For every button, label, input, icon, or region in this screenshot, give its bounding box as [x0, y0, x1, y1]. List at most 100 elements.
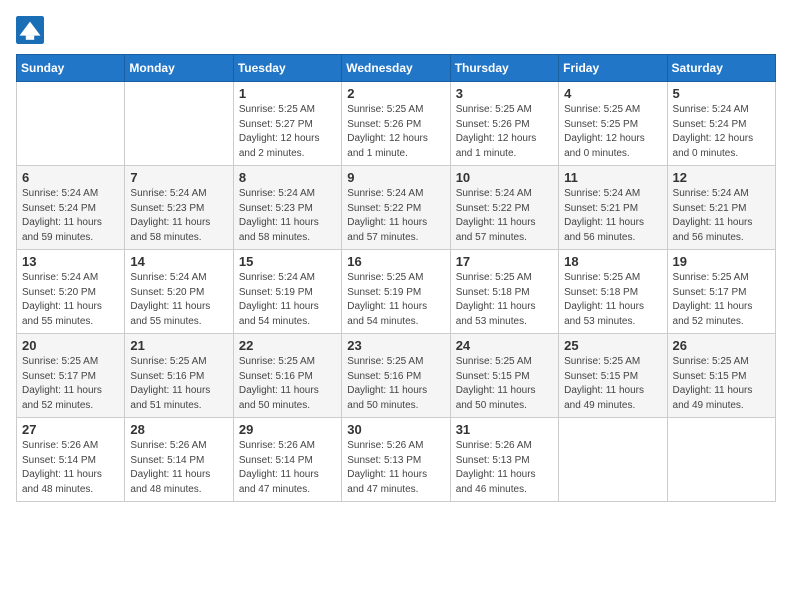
- calendar-day-cell: 24 Sunrise: 5:25 AM Sunset: 5:15 PM Dayli…: [450, 334, 558, 418]
- calendar-week-row: 6Sunrise: 5:24 AM Sunset: 5:24 PM Daylig…: [17, 166, 776, 250]
- weekday-header: Thursday: [450, 55, 558, 82]
- day-number: 5: [673, 86, 770, 101]
- day-info: Sunrise: 5:25 AM Sunset: 5:17 PM Dayligh…: [673, 271, 770, 329]
- weekday-header: Wednesday: [342, 55, 450, 82]
- day-number: 4: [564, 86, 661, 101]
- day-number: 17: [456, 254, 553, 269]
- day-info: Sunrise: 5:24 AM Sunset: 5:24 PM Dayligh…: [673, 103, 770, 161]
- day-number: 21: [130, 338, 227, 353]
- calendar-day-cell: 19 Sunrise: 5:25 AM Sunset: 5:17 PM Dayli…: [667, 250, 775, 334]
- day-number: 1: [239, 86, 336, 101]
- day-info: Sunrise: 5:24 AM Sunset: 5:22 PM Dayligh…: [456, 187, 553, 245]
- weekday-header: Tuesday: [233, 55, 341, 82]
- calendar-day-cell: 17Sunrise: 5:25 AM Sunset: 5:18 PM Dayli…: [450, 250, 558, 334]
- weekday-header: Monday: [125, 55, 233, 82]
- day-info: Sunrise: 5:25 AM Sunset: 5:16 PM Dayligh…: [130, 355, 227, 413]
- day-number: 12: [673, 170, 770, 185]
- calendar-day-cell: 12 Sunrise: 5:24 AM Sunset: 5:21 PM Dayli…: [667, 166, 775, 250]
- day-number: 13: [22, 254, 119, 269]
- logo-icon: [16, 16, 44, 44]
- day-info: Sunrise: 5:25 AM Sunset: 5:16 PM Dayligh…: [347, 355, 444, 413]
- day-number: 9: [347, 170, 444, 185]
- calendar-day-cell: 28 Sunrise: 5:26 AM Sunset: 5:14 PM Dayli…: [125, 418, 233, 502]
- day-number: 14: [130, 254, 227, 269]
- day-number: 6: [22, 170, 119, 185]
- calendar-day-cell: 31Sunrise: 5:26 AM Sunset: 5:13 PM Dayli…: [450, 418, 558, 502]
- calendar-header: SundayMondayTuesdayWednesdayThursdayFrid…: [17, 55, 776, 82]
- day-info: Sunrise: 5:26 AM Sunset: 5:14 PM Dayligh…: [239, 439, 336, 497]
- day-info: Sunrise: 5:25 AM Sunset: 5:27 PM Dayligh…: [239, 103, 336, 161]
- calendar-day-cell: 18 Sunrise: 5:25 AM Sunset: 5:18 PM Dayli…: [559, 250, 667, 334]
- weekday-header: Sunday: [17, 55, 125, 82]
- calendar-day-cell: [125, 82, 233, 166]
- calendar-day-cell: 8 Sunrise: 5:24 AM Sunset: 5:23 PM Daylig…: [233, 166, 341, 250]
- calendar-day-cell: 7 Sunrise: 5:24 AM Sunset: 5:23 PM Daylig…: [125, 166, 233, 250]
- day-info: Sunrise: 5:26 AM Sunset: 5:14 PM Dayligh…: [130, 439, 227, 497]
- calendar-day-cell: 29 Sunrise: 5:26 AM Sunset: 5:14 PM Dayli…: [233, 418, 341, 502]
- day-info: Sunrise: 5:26 AM Sunset: 5:14 PM Dayligh…: [22, 439, 119, 497]
- day-number: 10: [456, 170, 553, 185]
- calendar-body: 1 Sunrise: 5:25 AM Sunset: 5:27 PM Daylig…: [17, 82, 776, 502]
- calendar-day-cell: 13 Sunrise: 5:24 AM Sunset: 5:20 PM Dayli…: [17, 250, 125, 334]
- calendar-day-cell: 15Sunrise: 5:24 AM Sunset: 5:19 PM Dayli…: [233, 250, 341, 334]
- day-info: Sunrise: 5:24 AM Sunset: 5:21 PM Dayligh…: [673, 187, 770, 245]
- day-number: 23: [347, 338, 444, 353]
- calendar-day-cell: 21 Sunrise: 5:25 AM Sunset: 5:16 PM Dayli…: [125, 334, 233, 418]
- day-number: 31: [456, 422, 553, 437]
- day-number: 18: [564, 254, 661, 269]
- calendar-day-cell: 30 Sunrise: 5:26 AM Sunset: 5:13 PM Dayli…: [342, 418, 450, 502]
- calendar-day-cell: 22Sunrise: 5:25 AM Sunset: 5:16 PM Dayli…: [233, 334, 341, 418]
- calendar-day-cell: 3 Sunrise: 5:25 AM Sunset: 5:26 PM Daylig…: [450, 82, 558, 166]
- calendar-week-row: 1 Sunrise: 5:25 AM Sunset: 5:27 PM Daylig…: [17, 82, 776, 166]
- calendar-day-cell: 10 Sunrise: 5:24 AM Sunset: 5:22 PM Dayli…: [450, 166, 558, 250]
- day-info: Sunrise: 5:25 AM Sunset: 5:25 PM Dayligh…: [564, 103, 661, 161]
- calendar-day-cell: 9 Sunrise: 5:24 AM Sunset: 5:22 PM Daylig…: [342, 166, 450, 250]
- day-info: Sunrise: 5:25 AM Sunset: 5:19 PM Dayligh…: [347, 271, 444, 329]
- calendar-day-cell: 23 Sunrise: 5:25 AM Sunset: 5:16 PM Dayli…: [342, 334, 450, 418]
- day-number: 22: [239, 338, 336, 353]
- calendar-day-cell: 14Sunrise: 5:24 AM Sunset: 5:20 PM Dayli…: [125, 250, 233, 334]
- day-number: 8: [239, 170, 336, 185]
- calendar-day-cell: [667, 418, 775, 502]
- calendar-day-cell: 26Sunrise: 5:25 AM Sunset: 5:15 PM Dayli…: [667, 334, 775, 418]
- day-info: Sunrise: 5:25 AM Sunset: 5:18 PM Dayligh…: [564, 271, 661, 329]
- day-info: Sunrise: 5:24 AM Sunset: 5:20 PM Dayligh…: [22, 271, 119, 329]
- calendar-week-row: 20 Sunrise: 5:25 AM Sunset: 5:17 PM Dayli…: [17, 334, 776, 418]
- day-number: 26: [673, 338, 770, 353]
- calendar-day-cell: 5 Sunrise: 5:24 AM Sunset: 5:24 PM Daylig…: [667, 82, 775, 166]
- day-number: 20: [22, 338, 119, 353]
- calendar-day-cell: 1 Sunrise: 5:25 AM Sunset: 5:27 PM Daylig…: [233, 82, 341, 166]
- calendar-week-row: 13 Sunrise: 5:24 AM Sunset: 5:20 PM Dayli…: [17, 250, 776, 334]
- day-number: 19: [673, 254, 770, 269]
- day-number: 11: [564, 170, 661, 185]
- calendar-day-cell: 6Sunrise: 5:24 AM Sunset: 5:24 PM Daylig…: [17, 166, 125, 250]
- day-info: Sunrise: 5:25 AM Sunset: 5:15 PM Dayligh…: [564, 355, 661, 413]
- day-info: Sunrise: 5:26 AM Sunset: 5:13 PM Dayligh…: [347, 439, 444, 497]
- day-number: 3: [456, 86, 553, 101]
- day-number: 24: [456, 338, 553, 353]
- day-info: Sunrise: 5:25 AM Sunset: 5:26 PM Dayligh…: [456, 103, 553, 161]
- day-number: 7: [130, 170, 227, 185]
- day-info: Sunrise: 5:24 AM Sunset: 5:21 PM Dayligh…: [564, 187, 661, 245]
- day-info: Sunrise: 5:24 AM Sunset: 5:22 PM Dayligh…: [347, 187, 444, 245]
- weekday-row: SundayMondayTuesdayWednesdayThursdayFrid…: [17, 55, 776, 82]
- day-number: 28: [130, 422, 227, 437]
- day-number: 25: [564, 338, 661, 353]
- day-number: 29: [239, 422, 336, 437]
- calendar-week-row: 27 Sunrise: 5:26 AM Sunset: 5:14 PM Dayli…: [17, 418, 776, 502]
- day-info: Sunrise: 5:25 AM Sunset: 5:26 PM Dayligh…: [347, 103, 444, 161]
- day-info: Sunrise: 5:24 AM Sunset: 5:23 PM Dayligh…: [239, 187, 336, 245]
- calendar-day-cell: 4 Sunrise: 5:25 AM Sunset: 5:25 PM Daylig…: [559, 82, 667, 166]
- day-number: 2: [347, 86, 444, 101]
- day-info: Sunrise: 5:24 AM Sunset: 5:23 PM Dayligh…: [130, 187, 227, 245]
- day-number: 27: [22, 422, 119, 437]
- calendar-day-cell: 20 Sunrise: 5:25 AM Sunset: 5:17 PM Dayli…: [17, 334, 125, 418]
- day-info: Sunrise: 5:25 AM Sunset: 5:15 PM Dayligh…: [456, 355, 553, 413]
- calendar-day-cell: 2 Sunrise: 5:25 AM Sunset: 5:26 PM Daylig…: [342, 82, 450, 166]
- page-header: [16, 16, 776, 44]
- calendar-day-cell: [17, 82, 125, 166]
- day-info: Sunrise: 5:24 AM Sunset: 5:19 PM Dayligh…: [239, 271, 336, 329]
- calendar-table: SundayMondayTuesdayWednesdayThursdayFrid…: [16, 54, 776, 502]
- day-info: Sunrise: 5:25 AM Sunset: 5:17 PM Dayligh…: [22, 355, 119, 413]
- day-number: 30: [347, 422, 444, 437]
